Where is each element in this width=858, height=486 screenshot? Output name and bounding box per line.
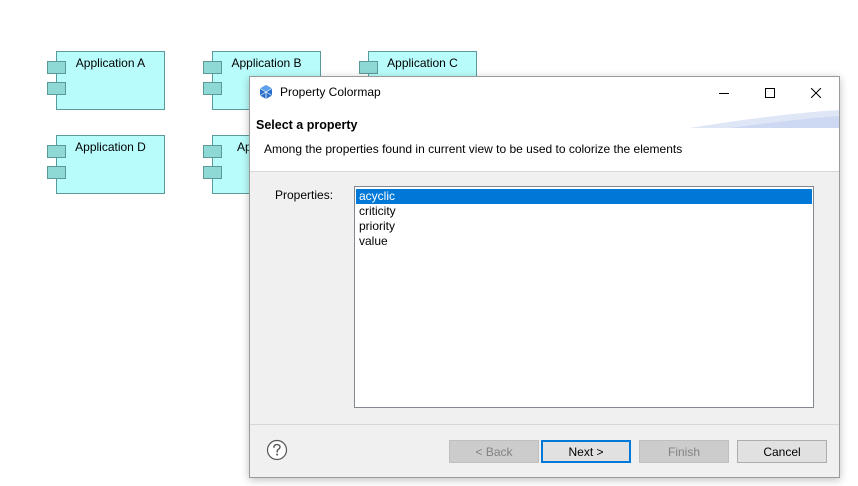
component-port <box>359 61 378 74</box>
wizard-page-title: Select a property <box>256 118 358 132</box>
dialog-title: Property Colormap <box>280 85 381 99</box>
title-bar[interactable]: Property Colormap <box>250 77 839 108</box>
maximize-button[interactable] <box>747 77 793 108</box>
component-port <box>47 61 66 74</box>
header-banner-graphic <box>689 110 839 128</box>
component-port <box>203 145 222 158</box>
component-port <box>47 145 66 158</box>
component-application-d[interactable]: Application D <box>47 135 165 194</box>
back-button[interactable]: < Back <box>449 440 539 463</box>
finish-button[interactable]: Finish <box>639 440 729 463</box>
list-item-value[interactable]: value <box>356 234 812 249</box>
list-item-priority[interactable]: priority <box>356 219 812 234</box>
minimize-button[interactable] <box>701 77 747 108</box>
wizard-header: Select a property Among the properties f… <box>250 108 839 171</box>
property-colormap-dialog: Property Colormap Select a property Amon… <box>249 76 840 478</box>
component-label: Application A <box>75 56 146 70</box>
close-icon <box>811 87 821 98</box>
component-label: Application B <box>231 56 302 70</box>
next-button[interactable]: Next > <box>541 440 631 463</box>
properties-label: Properties: <box>275 188 334 202</box>
component-label: Application D <box>75 140 146 154</box>
wizard-content: Properties: acyclic criticity priority v… <box>250 172 839 424</box>
component-port <box>47 82 66 95</box>
list-item-acyclic[interactable]: acyclic <box>356 189 812 204</box>
list-item-criticity[interactable]: criticity <box>356 204 812 219</box>
component-application-a[interactable]: Application A <box>47 51 165 110</box>
help-icon[interactable] <box>266 439 288 461</box>
cancel-button[interactable]: Cancel <box>737 440 827 463</box>
component-label: Application C <box>387 56 458 70</box>
app-logo-icon <box>259 85 273 99</box>
minimize-icon <box>719 92 729 94</box>
component-port <box>203 82 222 95</box>
component-port <box>203 61 222 74</box>
properties-list[interactable]: acyclic criticity priority value <box>354 186 814 408</box>
maximize-icon <box>765 87 775 98</box>
wizard-page-description: Among the properties found in current vi… <box>264 142 683 156</box>
close-button[interactable] <box>793 77 839 108</box>
wizard-footer: < Back Next > Finish Cancel <box>250 425 839 477</box>
component-port <box>47 166 66 179</box>
component-port <box>203 166 222 179</box>
